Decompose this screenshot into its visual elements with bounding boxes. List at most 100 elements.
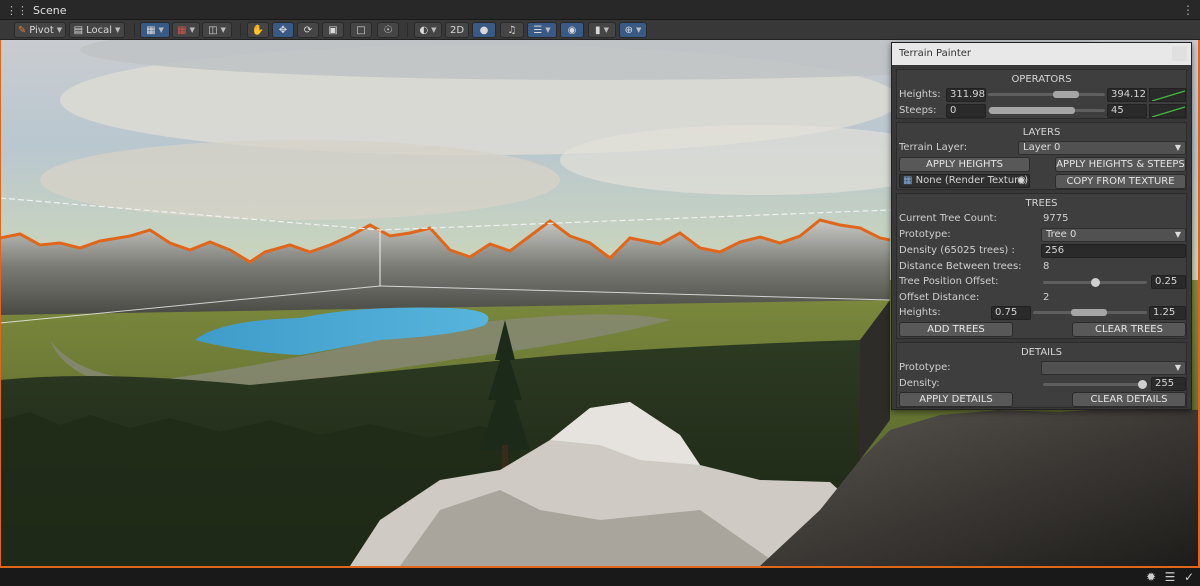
draw-mode-button[interactable]: ◐ ▼ (414, 22, 442, 38)
tree-prototype-dropdown[interactable]: Tree 0 ▼ (1041, 228, 1186, 242)
grid-snap-button[interactable]: ▦ ▼ (140, 22, 170, 38)
clear-trees-button[interactable]: CLEAR TREES (1072, 322, 1186, 337)
move-tool-button[interactable]: ✥ (272, 22, 294, 38)
details-density-track (1043, 383, 1147, 386)
scale-icon: ▣ (328, 24, 338, 36)
heights-range-slider[interactable] (1053, 91, 1079, 98)
steeps-max-field[interactable]: 45 (1107, 104, 1147, 118)
lighting-toggle[interactable]: ● (472, 22, 496, 38)
steeps-min-field[interactable]: 0 (946, 104, 986, 118)
local-dropdown[interactable]: ▤ Local ▼ (69, 22, 125, 38)
grid-icon: ⋮⋮ (6, 3, 28, 17)
distance-value: 8 (1043, 261, 1050, 272)
apply-details-button[interactable]: APPLY DETAILS (899, 392, 1013, 407)
pivot-icon: ✎ (17, 24, 27, 36)
layers-header: LAYERS (1022, 127, 1061, 138)
chevron-down-icon: ▼ (545, 26, 551, 34)
layers-icon[interactable]: ☰ (1163, 570, 1177, 584)
status-bar: ✹ ☰ ✓ (0, 566, 1200, 586)
rotate-tool-button[interactable]: ⟳ (297, 22, 319, 38)
tree-heights-max-field[interactable]: 1.25 (1149, 306, 1186, 320)
chevron-down-icon: ▼ (1174, 143, 1181, 152)
render-texture-value: None (Render Texture) (915, 175, 1029, 186)
details-density-label: Density: (899, 378, 940, 389)
details-header: DETAILS (1020, 347, 1063, 358)
rect-tool-button[interactable]: □ (350, 22, 372, 38)
transform-tool-button[interactable]: ☉ (377, 22, 399, 38)
scale-tool-button[interactable]: ▣ (322, 22, 344, 38)
increment-snap-button[interactable]: ▦ ▼ (172, 22, 200, 38)
gizmos-dropdown[interactable]: ⊕ ▼ (619, 22, 647, 38)
scene-tab[interactable]: ⋮⋮ Scene (0, 0, 77, 20)
tree-prototype-value: Tree 0 (1046, 229, 1077, 240)
heights-max-field[interactable]: 394.129 (1107, 88, 1147, 102)
chevron-down-icon: ▼ (431, 26, 437, 34)
operators-header: OPERATORS (1011, 74, 1072, 85)
transform-icon: ☉ (383, 24, 393, 36)
details-prototype-dropdown[interactable]: ▼ (1041, 361, 1186, 375)
check-circle-icon[interactable]: ✓ (1182, 570, 1196, 584)
grid-snap-icon: ▦ (146, 24, 156, 36)
effects-toggle[interactable]: ☰ ▼ (527, 22, 557, 38)
details-density-slider[interactable] (1138, 380, 1147, 389)
cube-icon: ▤ (73, 24, 84, 36)
steeps-range-slider[interactable] (989, 107, 1075, 114)
eye-off-icon: ◉ (567, 24, 577, 36)
texture-icon: ▦ (903, 175, 913, 186)
local-label: Local (86, 24, 112, 36)
terrain-layer-dropdown[interactable]: Layer 0 ▼ (1018, 141, 1186, 155)
density-field[interactable]: 256 (1041, 244, 1186, 258)
shading-icon: ◐ (419, 24, 429, 36)
close-button[interactable] (1172, 46, 1187, 61)
heights-range-track (988, 93, 1105, 96)
mute-icon: ♫ (507, 24, 517, 36)
details-prototype-label: Prototype: (899, 362, 951, 373)
camera-dropdown[interactable]: ▮ ▼ (588, 22, 616, 38)
chevron-down-icon: ▼ (1174, 363, 1181, 372)
terrain-layer-value: Layer 0 (1023, 142, 1061, 153)
camera-icon: ▮ (595, 24, 601, 36)
position-offset-slider[interactable] (1091, 278, 1100, 287)
render-texture-field[interactable]: ▦ None (Render Texture) ◉ (899, 174, 1030, 188)
snap-icon: ▦ (177, 24, 187, 36)
chevron-down-icon: ▼ (114, 26, 121, 34)
more-options-icon[interactable]: ⋮ (1182, 3, 1194, 17)
layers-section: LAYERS Terrain Layer: Layer 0 ▼ APPLY HE… (896, 122, 1187, 190)
steeps-curve[interactable] (1149, 104, 1186, 118)
move-icon: ✥ (278, 24, 288, 36)
apply-heights-button[interactable]: APPLY HEIGHTS (899, 157, 1030, 172)
heights-min-field[interactable]: 311.988 (946, 88, 986, 102)
lightbulb-icon: ● (479, 24, 489, 36)
scene-tab-label: Scene (33, 3, 67, 17)
bug-icon[interactable]: ✹ (1144, 570, 1158, 584)
trees-section: TREES Current Tree Count: 9775 Prototype… (896, 193, 1187, 339)
prototype-label: Prototype: (899, 229, 951, 240)
add-trees-button[interactable]: ADD TREES (899, 322, 1013, 337)
ruler-icon: ◫ (208, 24, 218, 36)
audio-toggle[interactable]: ♫ (500, 22, 524, 38)
terrain-layer-label: Terrain Layer: (899, 142, 968, 153)
steeps-label: Steeps: (899, 105, 937, 116)
tree-heights-min-field[interactable]: 0.75 (991, 306, 1031, 320)
object-picker-icon[interactable]: ◉ (1017, 175, 1026, 187)
details-density-field[interactable]: 255 (1151, 377, 1186, 391)
2d-toggle[interactable]: 2D (445, 22, 469, 38)
current-tree-count-label: Current Tree Count: (899, 213, 997, 224)
chevron-down-icon: ▼ (158, 26, 164, 34)
position-offset-field[interactable]: 0.25 (1151, 275, 1186, 289)
gizmos-icon: ⊕ (624, 24, 633, 36)
scene-tab-bar: ⋮⋮ Scene ⋮ (0, 0, 1200, 20)
tree-heights-label: Heights: (899, 307, 941, 318)
offset-distance-value: 2 (1043, 292, 1050, 303)
ruler-button[interactable]: ◫ ▼ (202, 22, 232, 38)
panel-title: Terrain Painter (892, 43, 1191, 65)
heights-curve[interactable] (1149, 88, 1186, 102)
apply-heights-steeps-button[interactable]: APPLY HEIGHTS & STEEPS (1055, 157, 1186, 172)
scene-visibility-toggle[interactable]: ◉ (560, 22, 584, 38)
hand-tool-button[interactable]: ✋ (247, 22, 269, 38)
copy-from-texture-button[interactable]: COPY FROM TEXTURE (1055, 174, 1186, 189)
chevron-down-icon: ▼ (220, 26, 226, 34)
pivot-dropdown[interactable]: ✎ Pivot ▼ (14, 22, 66, 38)
clear-details-button[interactable]: CLEAR DETAILS (1072, 392, 1186, 407)
tree-heights-range-slider[interactable] (1071, 309, 1107, 316)
